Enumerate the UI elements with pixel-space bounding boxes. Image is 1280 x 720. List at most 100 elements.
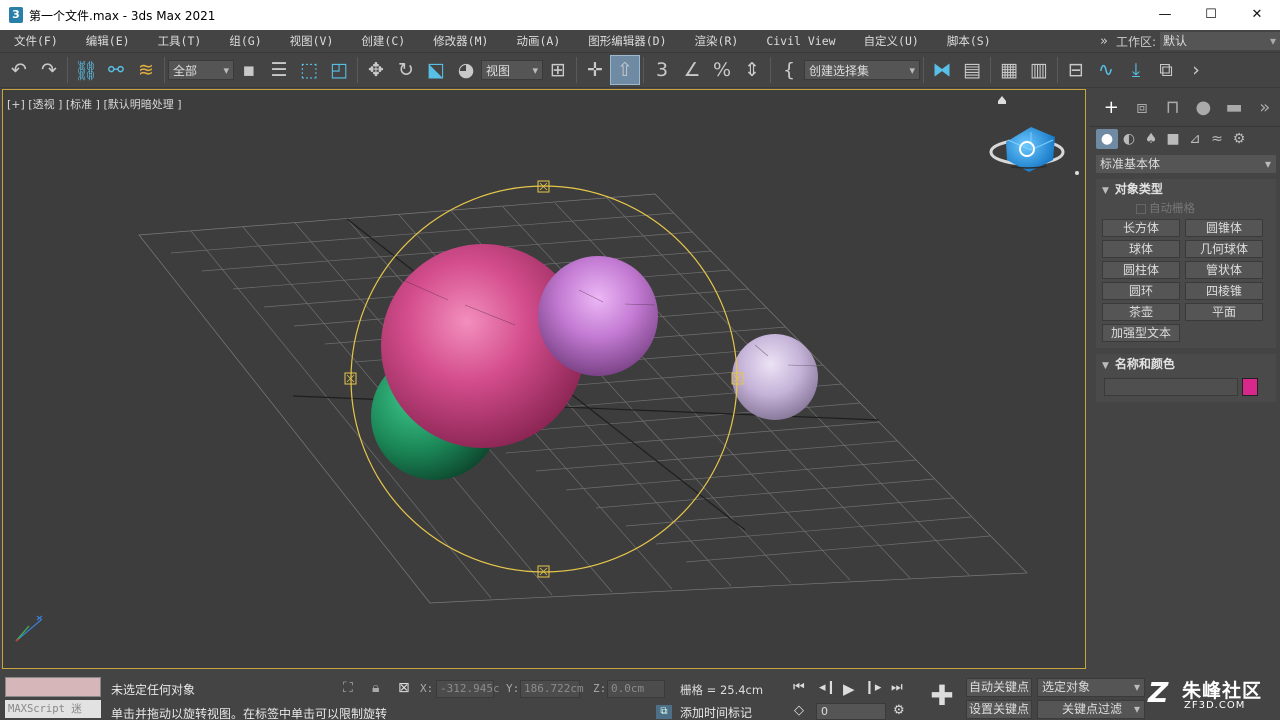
- current-frame-spinner[interactable]: 0: [816, 703, 886, 720]
- go-to-end-icon[interactable]: ⏭: [891, 680, 903, 695]
- object-name-field[interactable]: [1104, 378, 1238, 396]
- menu-animation[interactable]: 动画(A): [502, 33, 574, 49]
- cone-button[interactable]: 圆锥体: [1185, 219, 1263, 237]
- object-type-header[interactable]: ▼ 对象类型: [1096, 179, 1276, 199]
- key-mode-icon[interactable]: ◇: [794, 703, 804, 718]
- box-button[interactable]: 长方体: [1102, 219, 1180, 237]
- selection-filter-dropdown[interactable]: 全部: [168, 60, 234, 81]
- cylinder-button[interactable]: 圆柱体: [1102, 261, 1180, 279]
- schematic-icon[interactable]: ⤓: [1121, 55, 1151, 85]
- isolate-selection-icon[interactable]: ⛶: [343, 680, 353, 696]
- layer-icon[interactable]: ▦: [994, 55, 1024, 85]
- minimize-button[interactable]: —: [1142, 0, 1188, 30]
- scene-explorer-icon[interactable]: ▥: [1024, 55, 1054, 85]
- select-manipulate-icon[interactable]: ✛: [580, 55, 610, 85]
- display-tab-icon[interactable]: ▬: [1219, 94, 1250, 122]
- menu-views[interactable]: 视图(V): [276, 33, 348, 49]
- edit-named-sel-icon[interactable]: {: [774, 55, 804, 85]
- align-icon[interactable]: ▤: [957, 55, 987, 85]
- maxscript-listener-field[interactable]: MAXScript 迷: [5, 700, 101, 718]
- listener-mini-panel[interactable]: [5, 677, 101, 697]
- redo-icon[interactable]: ↷: [34, 55, 64, 85]
- render-setup-icon[interactable]: ›: [1181, 55, 1211, 85]
- reference-coord-dropdown[interactable]: 视图: [481, 60, 543, 81]
- named-selection-dropdown[interactable]: 创建选择集: [804, 60, 920, 81]
- time-config-icon[interactable]: ⚙: [893, 703, 905, 718]
- previous-frame-icon[interactable]: ◂❙: [819, 680, 836, 695]
- menu-group[interactable]: 组(G): [215, 33, 275, 49]
- unlink-icon[interactable]: ⚯: [101, 55, 131, 85]
- material-editor-icon[interactable]: ⧉: [1151, 55, 1181, 85]
- select-by-name-icon[interactable]: ☰: [264, 55, 294, 85]
- create-tab-icon[interactable]: +: [1096, 94, 1127, 122]
- set-key-button[interactable]: 设置关键点: [966, 700, 1032, 719]
- maximize-button[interactable]: ☐: [1188, 0, 1234, 30]
- snap-3-icon[interactable]: 3: [647, 55, 677, 85]
- auto-key-button[interactable]: 自动关键点: [966, 678, 1032, 697]
- viewport-label-menu[interactable]: [+] [透视 ] [标准 ] [默认明暗处理 ]: [7, 96, 182, 112]
- object-color-swatch[interactable]: [1242, 378, 1258, 396]
- menu-graph-editors[interactable]: 图形编辑器(D): [574, 33, 680, 49]
- key-filters-button[interactable]: 关键点过滤器...: [1037, 700, 1145, 720]
- textplus-button[interactable]: 加强型文本: [1102, 324, 1180, 342]
- more-tab-icon[interactable]: »: [1249, 94, 1280, 122]
- link-icon[interactable]: ⛓: [71, 55, 101, 85]
- play-icon[interactable]: ▶: [843, 680, 855, 698]
- autogrid-checkbox[interactable]: 自动栅格: [1096, 199, 1276, 217]
- undo-icon[interactable]: ↶: [4, 55, 34, 85]
- shapes-icon[interactable]: ◐: [1118, 129, 1140, 149]
- scale-icon[interactable]: ⬕: [421, 55, 451, 85]
- perspective-viewport[interactable]: [+] [透视 ] [标准 ] [默认明暗处理 ]: [2, 89, 1086, 669]
- close-button[interactable]: ✕: [1234, 0, 1280, 30]
- place-icon[interactable]: ◕: [451, 55, 481, 85]
- motion-tab-icon[interactable]: ●: [1188, 94, 1219, 122]
- menu-overflow-icon[interactable]: »: [1100, 34, 1108, 49]
- pivot-icon[interactable]: ⊞: [543, 55, 573, 85]
- viewport-scene[interactable]: [3, 90, 1086, 669]
- torus-button[interactable]: 圆环: [1102, 282, 1180, 300]
- ribbon-icon[interactable]: ⊟: [1061, 55, 1091, 85]
- menu-tools[interactable]: 工具(T): [144, 33, 216, 49]
- geometry-category-dropdown[interactable]: 标准基本体: [1096, 155, 1276, 173]
- geosphere-button[interactable]: 几何球体: [1185, 240, 1263, 258]
- keyboard-shortcut-override-icon[interactable]: ⇧: [610, 55, 640, 85]
- go-to-start-icon[interactable]: ⏮: [793, 680, 805, 695]
- rotate-icon[interactable]: ↻: [391, 55, 421, 85]
- angle-snap-icon[interactable]: ∠: [677, 55, 707, 85]
- absolute-transform-icon[interactable]: ⊠: [398, 680, 410, 696]
- pyramid-button[interactable]: 四棱锥: [1185, 282, 1263, 300]
- curve-editor-icon[interactable]: ∿: [1091, 55, 1121, 85]
- set-key-big-icon[interactable]: ✚: [925, 680, 959, 714]
- x-coord-field[interactable]: -312.945c: [436, 680, 500, 698]
- menu-rendering[interactable]: 渲染(R): [681, 33, 753, 49]
- sphere-button[interactable]: 球体: [1102, 240, 1180, 258]
- hierarchy-tab-icon[interactable]: ⊓: [1157, 94, 1188, 122]
- lights-icon[interactable]: ♠: [1140, 129, 1162, 149]
- menu-edit[interactable]: 编辑(E): [72, 33, 144, 49]
- z-coord-field[interactable]: 0.0cm: [607, 680, 665, 698]
- name-color-header[interactable]: ▼ 名称和颜色: [1096, 354, 1276, 374]
- window-crossing-icon[interactable]: ◰: [324, 55, 354, 85]
- cameras-icon[interactable]: ■: [1162, 129, 1184, 149]
- menu-create[interactable]: 创建(C): [347, 33, 419, 49]
- tube-button[interactable]: 管状体: [1185, 261, 1263, 279]
- key-selection-dropdown[interactable]: 选定对象: [1037, 678, 1145, 697]
- workspace-dropdown[interactable]: 默认: [1160, 32, 1280, 50]
- geometry-icon[interactable]: ●: [1096, 129, 1118, 149]
- menu-civil-view[interactable]: Civil View: [752, 34, 849, 48]
- move-icon[interactable]: ✥: [361, 55, 391, 85]
- selection-lock-icon[interactable]: 🔒︎: [372, 680, 379, 696]
- add-time-tag[interactable]: ⧉ 添加时间标记: [656, 704, 752, 720]
- menu-file[interactable]: 文件(F): [0, 33, 72, 49]
- next-frame-icon[interactable]: ❙▸: [864, 680, 881, 695]
- y-coord-field[interactable]: 186.722cm: [520, 680, 584, 698]
- percent-snap-icon[interactable]: %: [707, 55, 737, 85]
- spinner-snap-icon[interactable]: ⇕: [737, 55, 767, 85]
- helpers-icon[interactable]: ⊿: [1184, 129, 1206, 149]
- spacewarps-icon[interactable]: ≈: [1206, 129, 1228, 149]
- menu-scripting[interactable]: 脚本(S): [933, 33, 1005, 49]
- rect-region-icon[interactable]: ⬚: [294, 55, 324, 85]
- systems-icon[interactable]: ⚙: [1228, 129, 1250, 149]
- bind-space-warp-icon[interactable]: ≋: [131, 55, 161, 85]
- menu-customize[interactable]: 自定义(U): [850, 33, 933, 49]
